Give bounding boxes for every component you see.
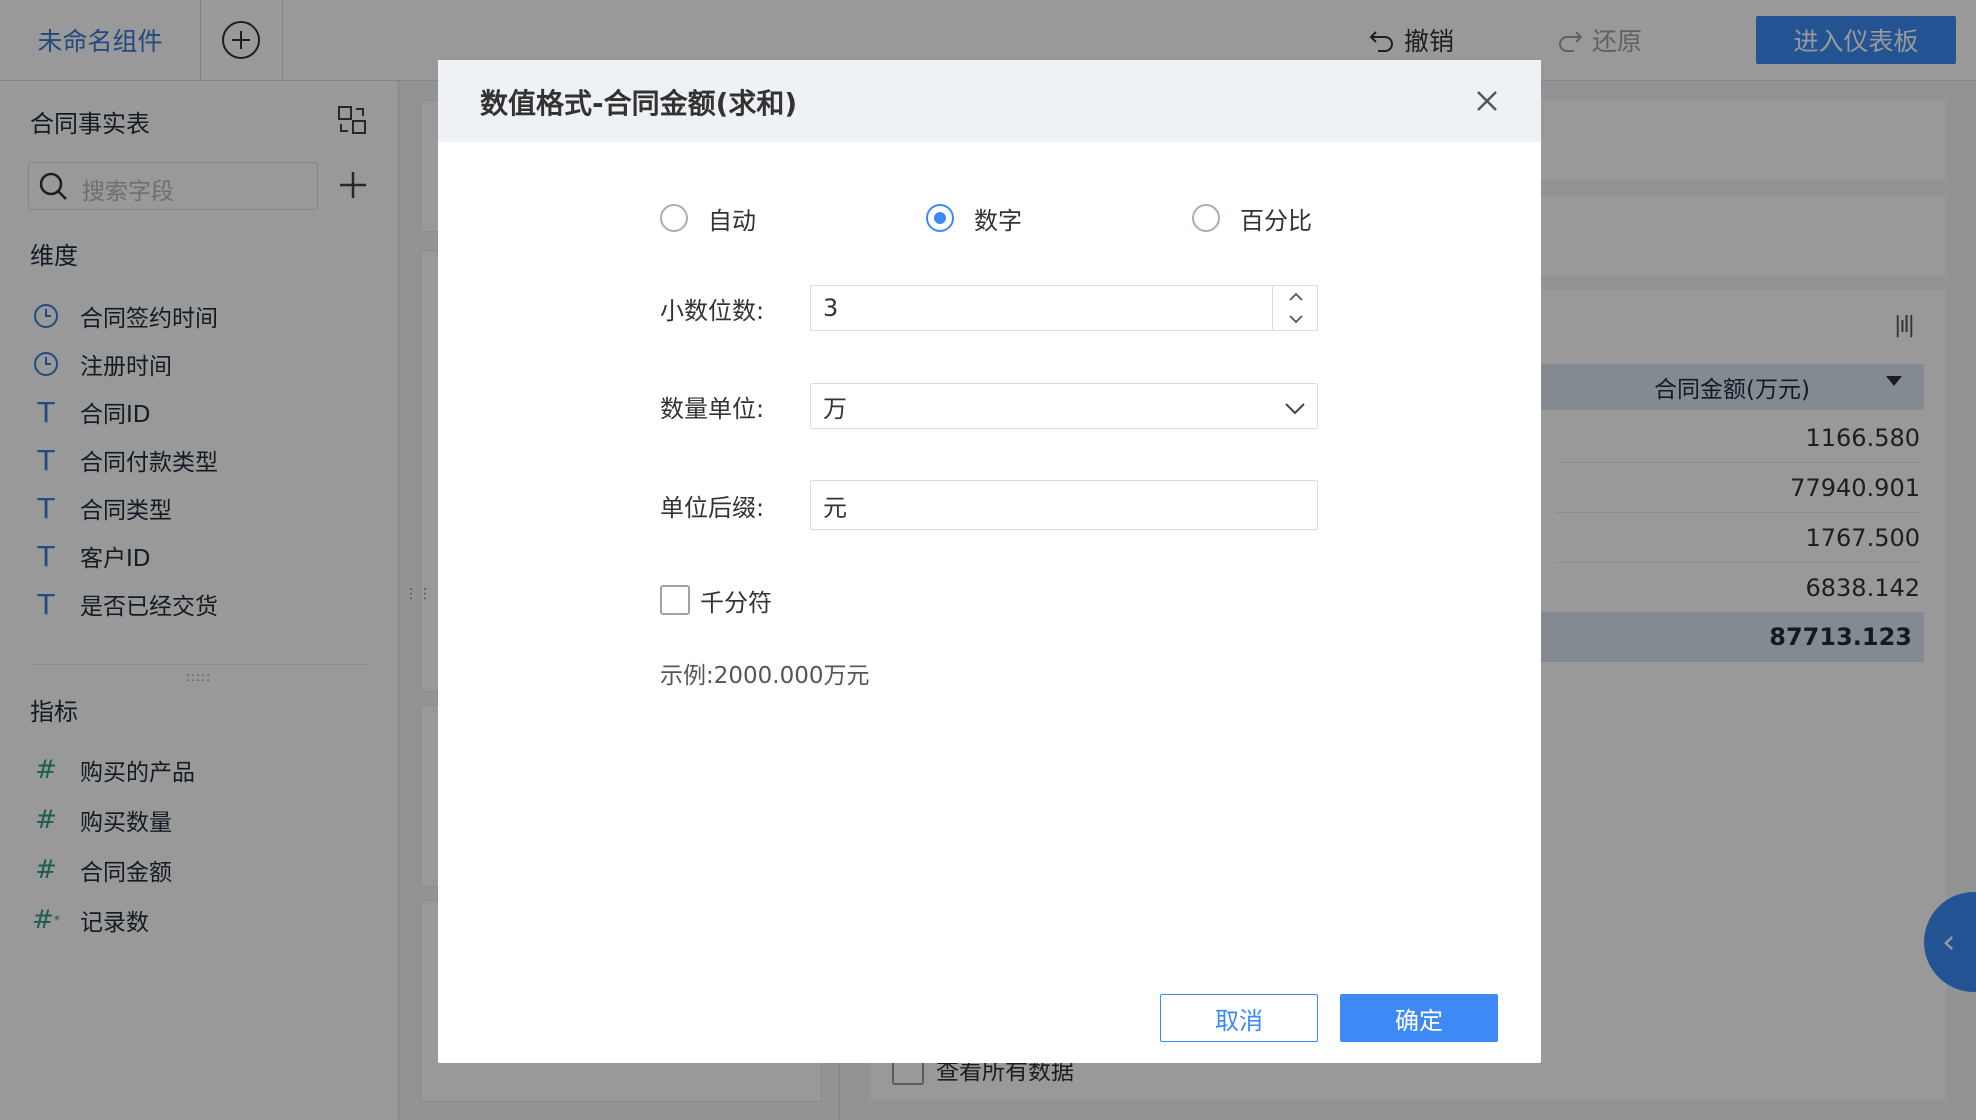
dialog-title: 数值格式-合同金额(求和) — [480, 87, 798, 120]
stepper-down-icon[interactable] — [1273, 308, 1319, 331]
unit-select[interactable]: 万 — [810, 383, 1318, 429]
unit-select-value: 万 — [823, 394, 847, 423]
confirm-button[interactable]: 确定 — [1340, 994, 1498, 1042]
format-option-percent[interactable]: 百分比 — [1192, 198, 1312, 238]
decimal-stepper[interactable] — [1272, 285, 1319, 331]
chevron-down-icon — [1285, 403, 1305, 415]
radio-button[interactable] — [1192, 204, 1220, 232]
format-option-label: 数字 — [974, 206, 1022, 235]
number-format-dialog: 数值格式-合同金额(求和) 自动 数字 百分比 小数位数: 3 数量单位: 万 — [438, 60, 1541, 1063]
format-option-auto[interactable]: 自动 — [660, 198, 756, 238]
suffix-value: 元 — [823, 493, 847, 522]
close-icon[interactable] — [1470, 84, 1504, 118]
format-option-label: 自动 — [708, 206, 756, 235]
thousands-separator-checkbox[interactable] — [660, 585, 690, 615]
decimal-places-value: 3 — [823, 294, 839, 322]
thousands-separator-label: 千分符 — [700, 588, 772, 617]
unit-label: 数量单位: — [660, 394, 765, 423]
radio-button[interactable] — [660, 204, 688, 232]
suffix-label: 单位后缀: — [660, 493, 765, 522]
format-option-label: 百分比 — [1240, 206, 1312, 235]
decimal-places-label: 小数位数: — [660, 296, 765, 325]
cancel-button[interactable]: 取消 — [1160, 994, 1318, 1042]
stepper-up-icon[interactable] — [1273, 285, 1319, 308]
suffix-input[interactable]: 元 — [810, 480, 1318, 530]
format-example: 示例:2000.000万元 — [660, 663, 870, 689]
decimal-places-input[interactable]: 3 — [810, 285, 1318, 331]
radio-button-selected[interactable] — [926, 204, 954, 232]
format-option-number[interactable]: 数字 — [926, 198, 1022, 238]
